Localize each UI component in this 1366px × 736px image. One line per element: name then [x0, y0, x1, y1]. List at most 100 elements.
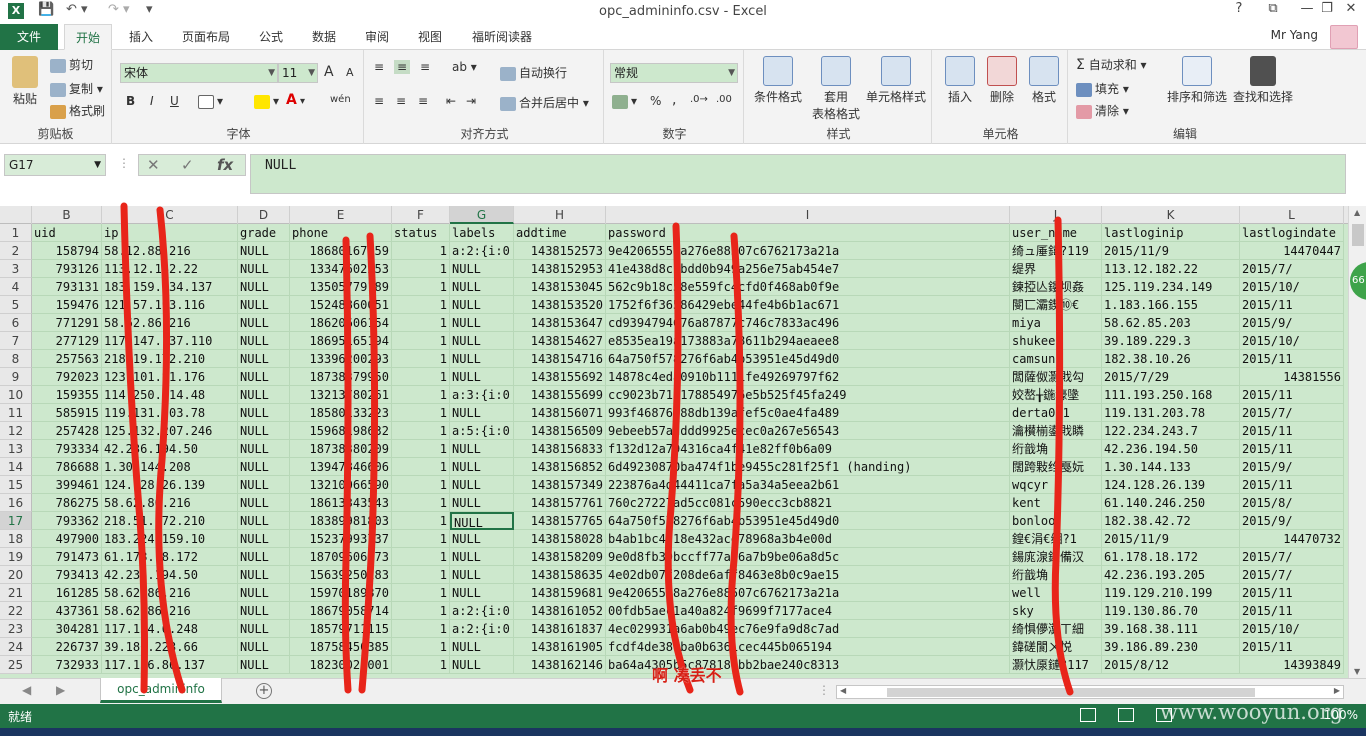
cell-uid[interactable]: 257563 [32, 350, 102, 368]
cell-user-name[interactable]: sky [1010, 602, 1102, 620]
cell-labels[interactable]: a:2:{i:0 [450, 602, 514, 620]
cell-uid[interactable]: 786688 [32, 458, 102, 476]
cell-addtime[interactable]: 1438156852 [514, 458, 606, 476]
borders-button[interactable]: ▾ [198, 94, 223, 109]
cell-grade[interactable]: NULL [238, 584, 290, 602]
cell-password[interactable]: 760c27227ad5cc081c590ecc3cb8821 [606, 494, 1010, 512]
row-header[interactable]: 10 [0, 386, 32, 404]
fill-button[interactable]: 填充 ▾ [1076, 80, 1129, 97]
cell-phone[interactable]: 18738380209 [290, 440, 392, 458]
cell-status[interactable]: 1 [392, 566, 450, 584]
cell-uid[interactable]: 497900 [32, 530, 102, 548]
scroll-right-icon[interactable]: ▶ [1334, 686, 1340, 695]
format-painter-button[interactable]: 格式刷 [50, 102, 105, 119]
name-box[interactable]: G17 ▼ [4, 154, 106, 176]
cell-grade[interactable]: NULL [238, 656, 290, 674]
cell-addtime[interactable]: 1438161052 [514, 602, 606, 620]
cell-user-name[interactable]: 瀹櫕椾鍙戝瞵 [1010, 422, 1102, 440]
cell-grade[interactable]: NULL [238, 440, 290, 458]
cell-lastloginip[interactable]: 113.12.182.22 [1102, 260, 1240, 278]
cell-addtime[interactable]: 1438162146 [514, 656, 606, 674]
cell-phone[interactable]: 18230021001 [290, 656, 392, 674]
cell-password[interactable]: 41e438d8cfbdd0b949a256e75ab454e7 [606, 260, 1010, 278]
cell-user-name[interactable]: 缇界 [1010, 260, 1102, 278]
cell-labels[interactable]: NULL [450, 458, 514, 476]
ribbon-display-button[interactable]: ⧉ [1256, 1, 1290, 23]
cell-uid[interactable]: 792023 [32, 368, 102, 386]
vertical-scroll-thumb[interactable] [1352, 224, 1364, 246]
cell-uid[interactable]: 277129 [32, 332, 102, 350]
cell-lastlogindate[interactable]: 2015/11 [1240, 476, 1344, 494]
grow-font-button[interactable]: A [324, 64, 334, 80]
cell-lastloginip[interactable]: 182.38.42.72 [1102, 512, 1240, 530]
cell-grade[interactable]: NULL [238, 386, 290, 404]
cell-phone[interactable]: 15968198632 [290, 422, 392, 440]
cell-lastloginip[interactable]: 39.186.89.230 [1102, 638, 1240, 656]
cut-button[interactable]: 剪切 [50, 56, 93, 73]
cell-phone[interactable]: 18579711115 [290, 620, 392, 638]
cell-grade[interactable]: NULL [238, 368, 290, 386]
cell-labels[interactable]: NULL [450, 350, 514, 368]
cell-phone[interactable]: 18679058714 [290, 602, 392, 620]
row-header[interactable]: 17 [0, 512, 32, 530]
cell-lastloginip[interactable]: 119.130.86.70 [1102, 602, 1240, 620]
cell-grade[interactable]: NULL [238, 494, 290, 512]
cell-user-name[interactable]: miya [1010, 314, 1102, 332]
column-header-l[interactable]: L [1240, 206, 1344, 224]
cell-grade[interactable]: NULL [238, 404, 290, 422]
cell-status[interactable]: 1 [392, 512, 450, 530]
add-sheet-button[interactable]: + [256, 683, 272, 699]
cell-status[interactable]: 1 [392, 440, 450, 458]
row-header[interactable]: 16 [0, 494, 32, 512]
help-button[interactable]: ? [1222, 1, 1256, 23]
cell-lastlogindate[interactable]: 14381556 [1240, 368, 1344, 386]
column-title-cell[interactable]: ip [102, 224, 238, 242]
cell-phone[interactable]: 13347602253 [290, 260, 392, 278]
shrink-font-button[interactable]: A [346, 66, 354, 79]
cell-phone[interactable]: 18580133223 [290, 404, 392, 422]
user-avatar[interactable] [1330, 25, 1358, 49]
cell-password[interactable]: 6d49230870ba474f1be9455c281f25f1 (handin… [606, 458, 1010, 476]
cell-uid[interactable]: 793362 [32, 512, 102, 530]
cell-grade[interactable]: NULL [238, 638, 290, 656]
cell-addtime[interactable]: 1438158209 [514, 548, 606, 566]
cell-grade[interactable]: NULL [238, 458, 290, 476]
cell-status[interactable]: 1 [392, 422, 450, 440]
cell-grade[interactable]: NULL [238, 476, 290, 494]
cell-ip[interactable]: 113.12.182.22 [102, 260, 238, 278]
column-header-f[interactable]: F [392, 206, 450, 224]
cell-lastlogindate[interactable]: 2015/11 [1240, 422, 1344, 440]
autosum-button[interactable]: Σ 自动求和 ▾ [1076, 56, 1147, 73]
scroll-up-icon[interactable]: ▲ [1354, 208, 1360, 217]
cell-addtime[interactable]: 1438158028 [514, 530, 606, 548]
cell-status[interactable]: 1 [392, 350, 450, 368]
sheet-tab-opc-admininfo[interactable]: opc_admininfo [100, 678, 222, 703]
cell-phone[interactable]: 18695165194 [290, 332, 392, 350]
cell-lastlogindate[interactable]: 2015/11 [1240, 440, 1344, 458]
cell-user-name[interactable]: 绗戠埆 [1010, 440, 1102, 458]
orientation-icon[interactable]: ab ▾ [452, 60, 477, 74]
cell-password[interactable]: 9e42065558a276e88507c6762173a21a [606, 242, 1010, 260]
cell-addtime[interactable]: 1438161837 [514, 620, 606, 638]
cell-password[interactable]: 4e02db07f208de6aff8463e8b0c9ae15 [606, 566, 1010, 584]
cell-phone[interactable]: 15970189370 [290, 584, 392, 602]
tab-split-grip-icon[interactable]: ⋮ [818, 683, 830, 697]
cell-password[interactable]: 9e0d8fb39bccff77ab6a7b9be06a8d5c [606, 548, 1010, 566]
column-header-e[interactable]: E [290, 206, 392, 224]
column-title-cell[interactable]: password [606, 224, 1010, 242]
cell-status[interactable]: 1 [392, 638, 450, 656]
cell-labels[interactable]: NULL [450, 296, 514, 314]
cell-lastloginip[interactable]: 124.128.26.139 [1102, 476, 1240, 494]
cell-ip[interactable]: 42.236.194.50 [102, 566, 238, 584]
cell-grade[interactable]: NULL [238, 422, 290, 440]
cell-labels[interactable]: a:3:{i:0 [450, 386, 514, 404]
cell-password[interactable]: f132d12a794316ca4f41e82ff0b6a09 [606, 440, 1010, 458]
decrease-indent-icon[interactable]: ⇤ [446, 94, 456, 108]
prev-sheet-icon[interactable]: ◀ [22, 683, 31, 697]
column-header-c[interactable]: C [102, 206, 238, 224]
cell-grade[interactable]: NULL [238, 566, 290, 584]
cell-lastlogindate[interactable]: 2015/11 [1240, 584, 1344, 602]
cell-lastloginip[interactable]: 182.38.10.26 [1102, 350, 1240, 368]
row-header[interactable]: 7 [0, 332, 32, 350]
confirm-entry-icon[interactable]: ✓ [181, 156, 194, 174]
